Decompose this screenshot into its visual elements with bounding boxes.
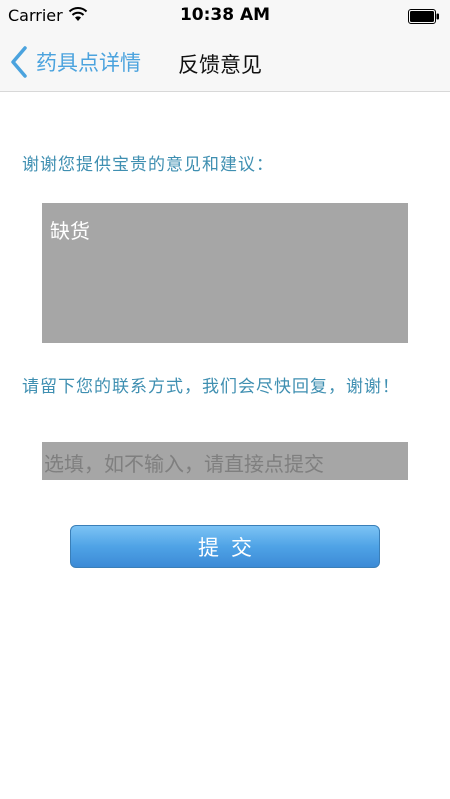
navigation-bar: 药具点详情 反馈意见: [0, 32, 450, 92]
feedback-prompt: 谢谢您提供宝贵的意见和建议：: [22, 155, 274, 175]
back-button[interactable]: 药具点详情: [8, 40, 141, 84]
contact-prompt: 请留下您的联系方式，我们会尽快回复，谢谢！: [22, 377, 400, 397]
back-button-label: 药具点详情: [36, 51, 141, 75]
contact-input-placeholder: 选填，如不输入，请直接点提交: [44, 452, 324, 476]
contact-input[interactable]: 选填，如不输入，请直接点提交: [42, 442, 408, 480]
status-time: 10:38 AM: [179, 5, 271, 25]
page-title: 反馈意见: [178, 53, 262, 77]
status-bar: Carrier 10:38 AM: [0, 0, 450, 32]
feedback-textarea[interactable]: 缺货: [42, 203, 408, 343]
submit-button[interactable]: 提交: [70, 525, 380, 568]
submit-button-label: 提交: [198, 535, 264, 560]
chevron-left-icon: [11, 46, 27, 78]
battery-icon: [408, 9, 439, 24]
